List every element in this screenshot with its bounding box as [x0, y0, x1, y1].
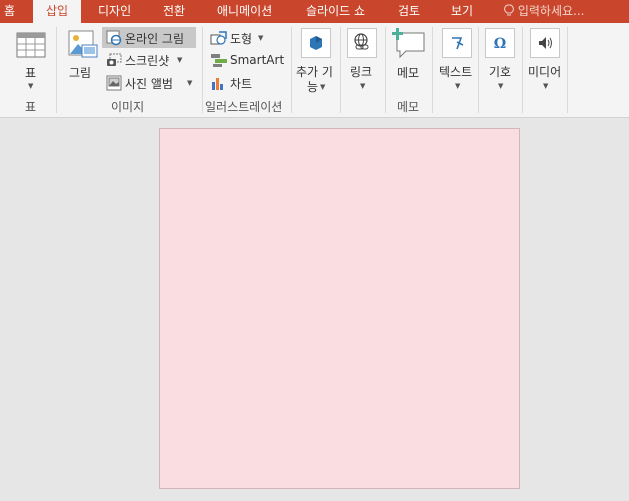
- links-dropdown-arrow[interactable]: ▼: [360, 82, 365, 90]
- shapes-icon: [210, 31, 227, 45]
- media-icon-frame: [530, 28, 560, 58]
- slide-canvas[interactable]: [159, 128, 520, 489]
- comment-icon: [392, 28, 425, 59]
- photo-album-dropdown-arrow[interactable]: ▼: [187, 79, 192, 87]
- group-divider: [478, 27, 479, 113]
- media-button[interactable]: 미디어: [528, 63, 561, 80]
- tab-view[interactable]: 보기: [451, 0, 473, 23]
- group-divider: [432, 27, 433, 113]
- group-divider: [385, 27, 386, 113]
- group-label-comments: 메모: [397, 100, 420, 114]
- addins-button-line2[interactable]: 능: [307, 78, 318, 95]
- text-dropdown-arrow[interactable]: ▼: [455, 82, 460, 90]
- table-dropdown-arrow[interactable]: ▼: [28, 82, 33, 90]
- photo-album-icon: [106, 75, 122, 91]
- tab-insert[interactable]: 삽입: [33, 0, 81, 23]
- group-divider: [340, 27, 341, 113]
- shapes-button[interactable]: 도형: [230, 30, 252, 47]
- tab-design[interactable]: 디자인: [98, 0, 131, 23]
- new-comment-button[interactable]: 메모: [397, 64, 419, 81]
- symbols-button[interactable]: 기호: [489, 63, 511, 80]
- group-label-images: 이미지: [111, 100, 145, 114]
- tab-transitions[interactable]: 전환: [163, 0, 185, 23]
- group-divider: [202, 27, 203, 113]
- online-picture-button[interactable]: 온라인 그림: [125, 30, 184, 47]
- tab-review[interactable]: 검토: [398, 0, 420, 23]
- group-divider: [291, 27, 292, 113]
- photo-album-button[interactable]: 사진 앨범: [125, 75, 173, 92]
- screenshot-dropdown-arrow[interactable]: ▼: [177, 56, 182, 64]
- tab-slideshow[interactable]: 슬라이드 쇼: [306, 0, 365, 23]
- picture-button[interactable]: 그림: [69, 64, 91, 81]
- omega-icon: Ω: [494, 36, 506, 52]
- links-button[interactable]: 링크: [350, 63, 372, 80]
- tell-me-placeholder: 입력하세요...: [517, 4, 585, 18]
- smartart-button[interactable]: SmartArt: [230, 53, 284, 67]
- tell-me-search[interactable]: 입력하세요...: [504, 0, 584, 23]
- addins-dropdown-arrow[interactable]: ▼: [320, 83, 325, 91]
- link-icon: [354, 33, 369, 50]
- online-picture-icon: [106, 30, 122, 46]
- group-divider: [56, 27, 57, 113]
- group-label-table: 표: [25, 100, 37, 114]
- svg-text:Ω: Ω: [494, 36, 506, 52]
- symbols-icon-frame: Ω: [485, 28, 515, 58]
- chart-button[interactable]: 차트: [230, 75, 252, 92]
- media-dropdown-arrow[interactable]: ▼: [543, 82, 548, 90]
- tab-home[interactable]: 홈: [4, 0, 15, 23]
- addins-icon-frame: [301, 28, 331, 58]
- chart-icon: [212, 78, 223, 90]
- group-divider: [522, 27, 523, 113]
- group-label-illustrations: 일러스트레이션: [205, 100, 283, 114]
- speaker-icon: [539, 37, 552, 49]
- ribbon-tab-bar: 홈 삽입 디자인 전환 애니메이션 슬라이드 쇼 검토 보기 입력하세요...: [0, 0, 629, 23]
- shapes-dropdown-arrow[interactable]: ▼: [258, 34, 263, 42]
- group-divider: [567, 27, 568, 113]
- screenshot-icon: [107, 53, 122, 66]
- smartart-icon: [211, 54, 227, 67]
- table-icon: [16, 32, 46, 58]
- text-icon: [452, 37, 464, 50]
- tab-animations[interactable]: 애니메이션: [217, 0, 272, 23]
- text-icon-frame: [442, 28, 472, 58]
- screenshot-button[interactable]: 스크린샷: [125, 52, 169, 69]
- store-icon: [310, 36, 322, 50]
- lightbulb-icon: [504, 4, 514, 16]
- table-button[interactable]: 표: [25, 64, 36, 81]
- picture-icon: [68, 30, 98, 58]
- symbols-dropdown-arrow[interactable]: ▼: [498, 82, 503, 90]
- text-button[interactable]: 텍스트: [439, 63, 472, 80]
- links-icon-frame: [347, 28, 377, 58]
